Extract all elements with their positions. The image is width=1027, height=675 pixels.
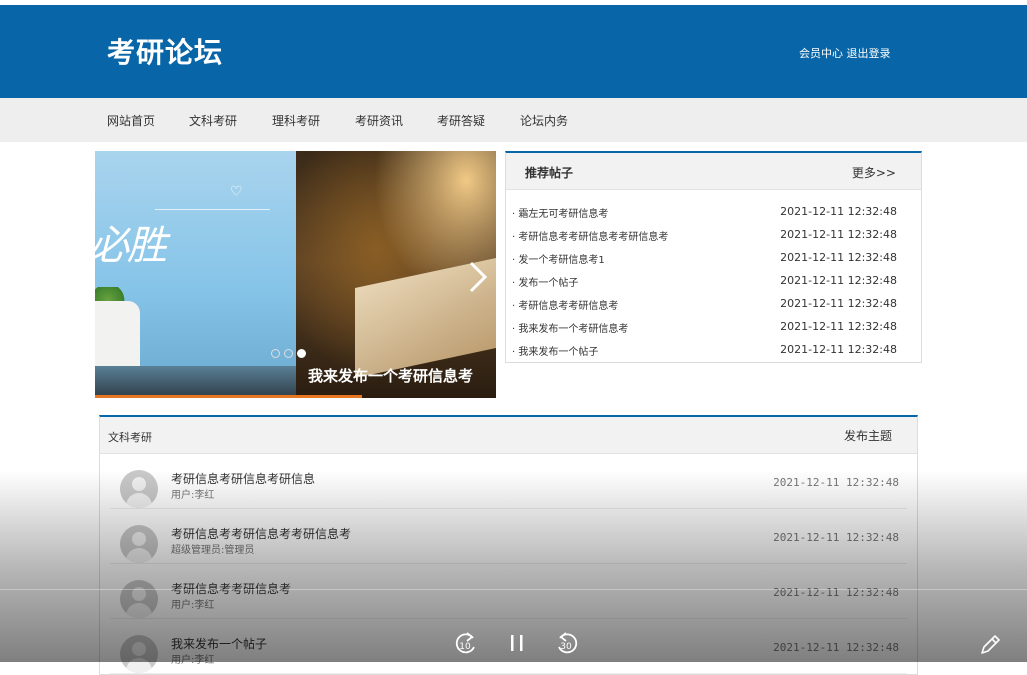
recommended-item: · 发布一个帖子 2021-12-11 12:32:48 bbox=[512, 274, 912, 292]
recommended-item: · 发一个考研信息考1 2021-12-11 12:32:48 bbox=[512, 251, 912, 269]
image-slider[interactable]: ♡ 必胜 我来发布一个考研信息考 bbox=[95, 151, 496, 398]
heart-icon: ♡ bbox=[230, 184, 243, 200]
avatar bbox=[120, 580, 158, 618]
slider-dots bbox=[271, 343, 310, 362]
recommended-item-date: 2021-12-11 12:32:48 bbox=[780, 205, 897, 218]
recommended-header: 推荐帖子 更多>> bbox=[506, 153, 921, 190]
video-progress-track[interactable] bbox=[0, 589, 1027, 590]
slide-decor-line bbox=[155, 209, 270, 210]
recommended-item-title[interactable]: · 发一个考研信息考1 bbox=[512, 251, 605, 266]
recommended-item: · 我来发布一个帖子 2021-12-11 12:32:48 bbox=[512, 343, 912, 361]
nav-item-forum-affairs[interactable]: 论坛内务 bbox=[520, 112, 568, 129]
pot-image bbox=[95, 301, 140, 373]
recommended-item-title[interactable]: · 霜左无可考研信息考 bbox=[512, 205, 608, 220]
recommended-item-title[interactable]: · 发布一个帖子 bbox=[512, 274, 578, 289]
recommended-panel: 推荐帖子 更多>> · 霜左无可考研信息考 2021-12-11 12:32:4… bbox=[505, 151, 922, 363]
thread-author: 用户:李红 bbox=[171, 490, 215, 501]
thread-row: 考研信息考研信息考研信息 用户:李红 2021-12-11 12:32:48 bbox=[110, 454, 907, 509]
nav-item-news[interactable]: 考研资讯 bbox=[355, 112, 403, 129]
avatar bbox=[120, 635, 158, 673]
recommended-title: 推荐帖子 bbox=[525, 166, 574, 180]
thread-date: 2021-12-11 12:32:48 bbox=[773, 531, 899, 544]
slider-dot-2[interactable] bbox=[284, 349, 293, 358]
recommended-item-title[interactable]: · 考研信息考考研信息考 bbox=[512, 297, 618, 312]
chevron-right-icon[interactable] bbox=[467, 259, 491, 295]
slide-script-text: 必胜 bbox=[95, 223, 167, 269]
recommended-item: · 考研信息考考研信息考 2021-12-11 12:32:48 bbox=[512, 297, 912, 315]
thread-title[interactable]: 我来发布一个帖子 bbox=[171, 635, 267, 652]
slide-image-left: ♡ 必胜 bbox=[95, 151, 296, 398]
thread-title[interactable]: 考研信息考考研信息考考研信息考 bbox=[171, 525, 351, 542]
thread-row: 考研信息考考研信息考考研信息考 超级管理员:管理员 2021-12-11 12:… bbox=[110, 509, 907, 564]
rewind-seconds-label: 10 bbox=[459, 642, 471, 652]
thread-row: 考研信息考考研信息考 用户:李红 2021-12-11 12:32:48 bbox=[110, 564, 907, 619]
rewind-10-icon[interactable]: 10 bbox=[453, 630, 479, 656]
nav-item-qa[interactable]: 考研答疑 bbox=[437, 112, 485, 129]
post-topic-button[interactable]: 发布主题 bbox=[844, 427, 892, 444]
slider-dot-1[interactable] bbox=[271, 349, 280, 358]
slide-caption[interactable]: 我来发布一个考研信息考 bbox=[308, 365, 473, 386]
recommended-item: · 我来发布一个考研信息考 2021-12-11 12:32:48 bbox=[512, 320, 912, 338]
nav-item-liberal-arts[interactable]: 文科考研 bbox=[189, 112, 237, 129]
slider-dot-3[interactable] bbox=[297, 349, 306, 358]
forward-30-icon[interactable]: 30 bbox=[554, 630, 580, 656]
recommended-item-date: 2021-12-11 12:32:48 bbox=[780, 274, 897, 287]
slide-progress-bar bbox=[95, 395, 362, 398]
thread-author: 超级管理员:管理员 bbox=[171, 545, 255, 556]
recommended-item-date: 2021-12-11 12:32:48 bbox=[780, 297, 897, 310]
thread-author: 用户:李红 bbox=[171, 600, 215, 611]
thread-author: 用户:李红 bbox=[171, 655, 215, 666]
logout-link[interactable]: 退出登录 bbox=[847, 47, 891, 60]
site-title[interactable]: 考研论坛 bbox=[107, 31, 223, 71]
recommended-item-title[interactable]: · 我来发布一个帖子 bbox=[512, 343, 598, 358]
pencil-icon[interactable] bbox=[978, 633, 1002, 657]
table-image bbox=[95, 366, 296, 398]
member-center-link[interactable]: 会员中心 bbox=[799, 47, 843, 60]
recommended-item: · 考研信息考考研信息考考研信息考 2021-12-11 12:32:48 bbox=[512, 228, 912, 246]
recommended-item-date: 2021-12-11 12:32:48 bbox=[780, 320, 897, 333]
recommended-item-date: 2021-12-11 12:32:48 bbox=[780, 251, 897, 264]
recommended-item-date: 2021-12-11 12:32:48 bbox=[780, 343, 897, 356]
recommended-item-title[interactable]: · 我来发布一个考研信息考 bbox=[512, 320, 628, 335]
user-links: 会员中心 退出登录 bbox=[799, 45, 891, 61]
board-title: 文科考研 bbox=[108, 431, 152, 444]
thread-date: 2021-12-11 12:32:48 bbox=[773, 586, 899, 599]
nav-item-science[interactable]: 理科考研 bbox=[272, 112, 320, 129]
main-nav: 网站首页 文科考研 理科考研 考研资讯 考研答疑 论坛内务 bbox=[0, 98, 1027, 142]
pause-icon[interactable] bbox=[507, 630, 527, 656]
board-header: 文科考研 发布主题 bbox=[100, 417, 917, 454]
avatar bbox=[120, 525, 158, 563]
avatar bbox=[120, 470, 158, 508]
site-header: 考研论坛 会员中心 退出登录 bbox=[0, 5, 1027, 98]
more-link[interactable]: 更多>> bbox=[852, 164, 896, 181]
thread-title[interactable]: 考研信息考研信息考研信息 bbox=[171, 470, 315, 487]
forward-seconds-label: 30 bbox=[560, 642, 572, 652]
recommended-item-title[interactable]: · 考研信息考考研信息考考研信息考 bbox=[512, 228, 668, 243]
thread-date: 2021-12-11 12:32:48 bbox=[773, 476, 899, 489]
recommended-item-date: 2021-12-11 12:32:48 bbox=[780, 228, 897, 241]
thread-date: 2021-12-11 12:32:48 bbox=[773, 641, 899, 654]
nav-item-home[interactable]: 网站首页 bbox=[107, 112, 155, 129]
recommended-item: · 霜左无可考研信息考 2021-12-11 12:32:48 bbox=[512, 205, 912, 223]
